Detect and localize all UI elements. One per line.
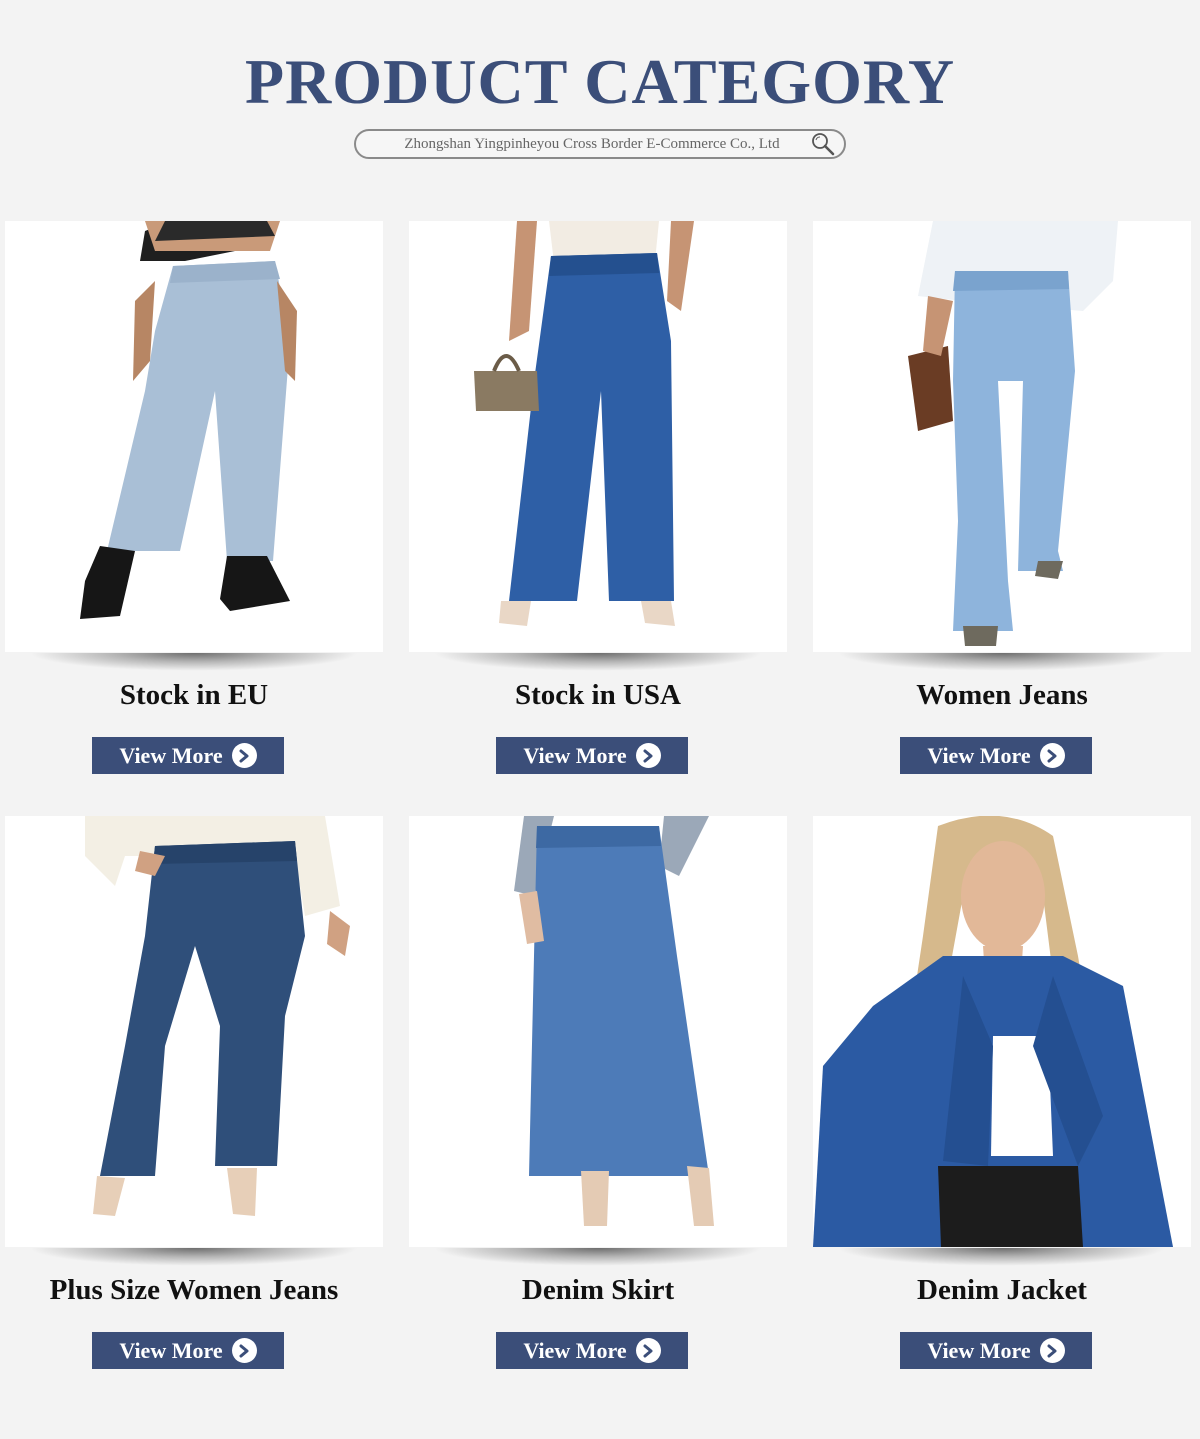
view-more-label: View More (119, 742, 223, 768)
denim-jacket-photo[interactable] (813, 816, 1191, 1247)
category-title[interactable]: Plus Size Women Jeans (0, 1274, 403, 1307)
photo-shadow (29, 653, 359, 671)
photo-shadow (29, 1248, 359, 1266)
light-flare-jeans-photo[interactable] (813, 221, 1191, 652)
chevron-right-icon (1039, 1338, 1065, 1363)
page-title: PRODUCT CATEGORY (244, 46, 956, 117)
view-more-label: View More (523, 1337, 627, 1363)
category-title[interactable]: Stock in EU (0, 679, 403, 712)
dark-flare-jeans-photo[interactable] (5, 816, 383, 1247)
category-title[interactable]: Stock in USA (389, 679, 807, 712)
view-more-button[interactable]: View More (496, 1332, 688, 1369)
view-more-label: View More (523, 742, 627, 768)
view-more-button[interactable]: View More (900, 1332, 1092, 1369)
chevron-right-icon (231, 1338, 257, 1363)
chevron-right-icon (635, 1338, 661, 1363)
view-more-label: View More (119, 1337, 223, 1363)
chevron-right-icon (635, 743, 661, 768)
category-title[interactable]: Denim Skirt (389, 1274, 807, 1307)
denim-maxi-skirt-photo[interactable] (409, 816, 787, 1247)
photo-shadow (433, 653, 763, 671)
company-search-bar[interactable]: Zhongshan Yingpinheyou Cross Border E-Co… (354, 129, 846, 159)
view-more-label: View More (927, 1337, 1031, 1363)
photo-shadow (837, 653, 1167, 671)
company-name-text: Zhongshan Yingpinheyou Cross Border E-Co… (404, 135, 780, 152)
search-icon[interactable] (810, 131, 836, 157)
chevron-right-icon (1039, 743, 1065, 768)
view-more-button[interactable]: View More (900, 737, 1092, 774)
chevron-right-icon (231, 743, 257, 768)
photo-shadow (433, 1248, 763, 1266)
category-title[interactable]: Denim Jacket (793, 1274, 1200, 1307)
category-title[interactable]: Women Jeans (793, 679, 1200, 712)
dark-wide-leg-jeans-photo[interactable] (409, 221, 787, 652)
light-wash-mom-jeans-photo[interactable] (5, 221, 383, 652)
view-more-button[interactable]: View More (496, 737, 688, 774)
view-more-label: View More (927, 742, 1031, 768)
view-more-button[interactable]: View More (92, 737, 284, 774)
photo-shadow (837, 1248, 1167, 1266)
page-header: PRODUCT CATEGORY Zhongshan Yingpinheyou … (0, 0, 1200, 200)
view-more-button[interactable]: View More (92, 1332, 284, 1369)
